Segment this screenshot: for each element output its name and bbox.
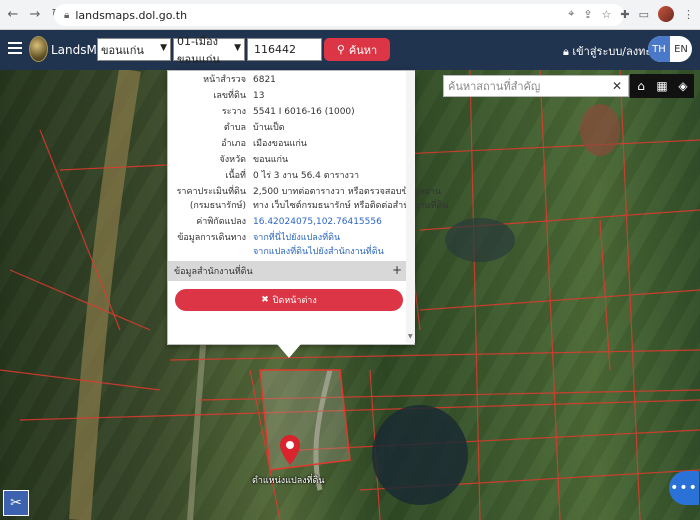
address-bar[interactable]: 🔒︎ landsmaps.dol.go.th bbox=[54, 4, 624, 26]
directions-to-office-link[interactable]: จากแปลงที่ดินไปยังสำนักงานที่ดิน bbox=[253, 247, 384, 257]
plus-icon[interactable]: + bbox=[392, 263, 402, 277]
parcel-number-input[interactable]: 116442 bbox=[247, 38, 322, 61]
info-label: ระวาง bbox=[221, 107, 246, 117]
coordinates-link[interactable]: 16.42024075,102.76415556 bbox=[253, 217, 382, 227]
info-label: ตำบล bbox=[223, 123, 246, 133]
land-office-section-header[interactable]: ข้อมูลสำนักงานที่ดิน + bbox=[168, 261, 406, 281]
info-value: บ้านเป็ด bbox=[253, 123, 285, 133]
lang-th-button[interactable]: TH bbox=[648, 36, 670, 62]
more-icon[interactable]: ••• bbox=[669, 471, 699, 505]
location-icon[interactable]: ⌖ bbox=[568, 7, 574, 21]
info-value: 5541 I 6016-16 (1000) bbox=[253, 107, 355, 117]
parcel-info-table: หน้าสำรวจ 6821 เลขที่ดิน 13 ระวาง 5541 I 60… bbox=[168, 71, 449, 261]
province-select[interactable]: ขอนแก่น ▼ bbox=[97, 38, 171, 61]
home-icon[interactable]: ⌂ bbox=[630, 74, 652, 98]
search-button-label: ค้นหา bbox=[348, 43, 378, 57]
logo bbox=[29, 36, 48, 62]
forward-icon[interactable]: → bbox=[26, 6, 44, 24]
sidebar-icon[interactable]: ▭ bbox=[639, 8, 649, 21]
info-label: จังหวัด bbox=[219, 155, 247, 165]
close-icon[interactable]: ✕ bbox=[612, 79, 622, 93]
info-label: ข้อมูลการเดินทาง bbox=[177, 233, 246, 243]
info-value: ทาง เว็บไซต์กรมธนารักษ์ หรือติดต่อสำนักง… bbox=[253, 201, 449, 211]
puzzle-icon[interactable]: ✚ bbox=[620, 8, 629, 21]
info-label: ราคาประเมินที่ดิน bbox=[176, 187, 246, 197]
lock-icon: 🔒︎ bbox=[64, 9, 70, 21]
info-label: เลขที่ดิน bbox=[213, 91, 246, 101]
directions-to-parcel-link[interactable]: จากที่นี่ไปยังแปลงที่ดิน bbox=[253, 233, 340, 243]
section-title: ข้อมูลสำนักงานที่ดิน bbox=[174, 267, 253, 277]
url-text: landsmaps.dol.go.th bbox=[75, 8, 188, 22]
landmark-search-placeholder: ค้นหาสถานที่สำคัญ bbox=[448, 80, 541, 93]
info-value: 0 ไร่ 3 งาน 56.4 ตารางวา bbox=[253, 171, 360, 181]
lang-en-button[interactable]: EN bbox=[670, 36, 692, 62]
menu-icon[interactable] bbox=[8, 42, 22, 54]
user-icon: 🔒︎ bbox=[563, 45, 569, 58]
share-icon[interactable]: ⇪ bbox=[583, 8, 592, 21]
info-value: 13 bbox=[253, 91, 265, 101]
info-value: เมืองขอนแก่น bbox=[253, 139, 307, 149]
info-value: ขอนแก่น bbox=[253, 155, 289, 165]
close-window-label: ปิดหน้าต่าง bbox=[272, 296, 317, 306]
info-label: (กรมธนารักษ์) bbox=[189, 201, 246, 211]
info-label: เนื้อที่ bbox=[225, 171, 246, 181]
close-window-button[interactable]: ✖ ปิดหน้าต่าง bbox=[175, 289, 403, 311]
tools-icon[interactable]: ✂ bbox=[3, 490, 29, 516]
pin-label: ตำแหน่งแปลงที่ดิน bbox=[252, 476, 325, 486]
table-icon[interactable]: ▦ bbox=[651, 74, 673, 98]
kebab-menu-icon[interactable]: ⋮ bbox=[683, 8, 694, 21]
search-button[interactable]: ⚲ ค้นหา bbox=[324, 38, 390, 61]
app-header: LandsMaps ขอนแก่น ▼ 01-เมืองขอนแก่น ▼ 11… bbox=[0, 30, 700, 70]
scroll-down-icon[interactable]: ▼ bbox=[408, 333, 413, 340]
info-label: หน้าสำรวจ bbox=[203, 75, 246, 85]
panel-pointer bbox=[277, 344, 301, 358]
landmark-search-input[interactable]: ค้นหาสถานที่สำคัญ ✕ bbox=[443, 75, 629, 97]
language-toggle[interactable]: TH EN bbox=[648, 36, 692, 62]
search-icon: ⚲ bbox=[336, 43, 345, 56]
parcel-info-panel: หน้าสำรวจ 6821 เลขที่ดิน 13 ระวาง 5541 I 60… bbox=[167, 70, 449, 345]
info-label: ค่าพิกัดแปลง bbox=[196, 217, 246, 227]
district-select[interactable]: 01-เมืองขอนแก่น ▼ bbox=[173, 35, 245, 66]
chevron-down-icon: ▼ bbox=[160, 43, 167, 53]
browser-toolbar: ← → ↻ 🔒︎ landsmaps.dol.go.th ⌖ ⇪ ☆ ✚ ▭ ⋮ bbox=[0, 0, 700, 30]
scrollbar[interactable] bbox=[406, 71, 415, 343]
province-select-value: ขอนแก่น bbox=[101, 43, 144, 57]
info-label: อำเภอ bbox=[221, 139, 246, 149]
star-icon[interactable]: ☆ bbox=[602, 8, 612, 21]
back-icon[interactable]: ← bbox=[4, 6, 22, 24]
profile-avatar[interactable] bbox=[658, 6, 674, 22]
chevron-down-icon: ▼ bbox=[234, 43, 241, 53]
close-icon: ✖ bbox=[261, 295, 269, 305]
info-value: 6821 bbox=[253, 75, 276, 85]
layers-icon[interactable]: ◈ bbox=[672, 74, 694, 98]
